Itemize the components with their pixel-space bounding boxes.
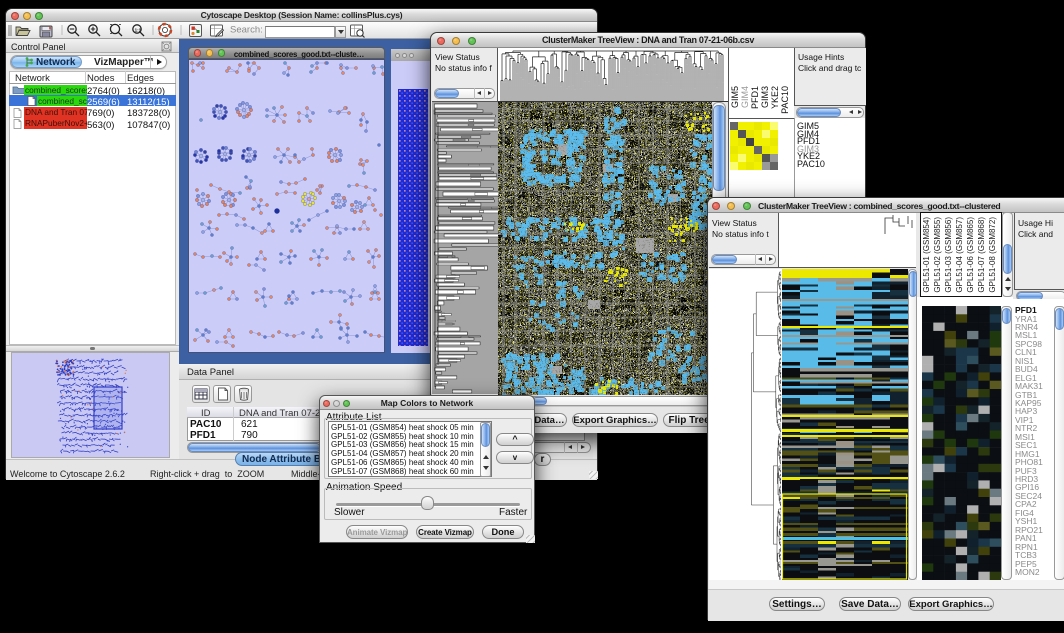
svg-text:Search:: Search: [230,25,263,36]
svg-text:1:1: 1:1 [135,27,142,32]
